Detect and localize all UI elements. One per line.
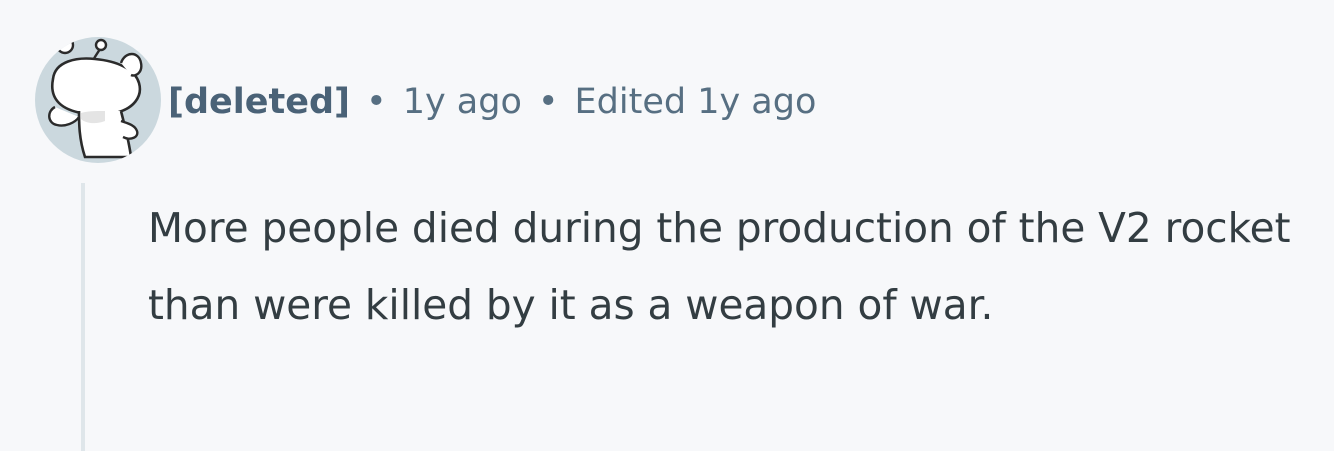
edited-time[interactable]: Edited 1y ago [575, 72, 817, 132]
thread-line[interactable] [81, 183, 85, 451]
meta-separator: • [537, 82, 559, 122]
meta-separator: • [366, 82, 387, 122]
comment: [deleted] • 1y ago • Edited 1y ago More … [0, 0, 1334, 451]
comment-meta: [deleted] • 1y ago • Edited 1y ago [168, 72, 816, 132]
snoo-deleted-icon [48, 37, 143, 159]
post-time[interactable]: 1y ago [403, 72, 522, 132]
author-name[interactable]: [deleted] [168, 72, 350, 132]
comment-body: More people died during the production o… [148, 204, 1291, 329]
avatar[interactable] [35, 37, 161, 163]
